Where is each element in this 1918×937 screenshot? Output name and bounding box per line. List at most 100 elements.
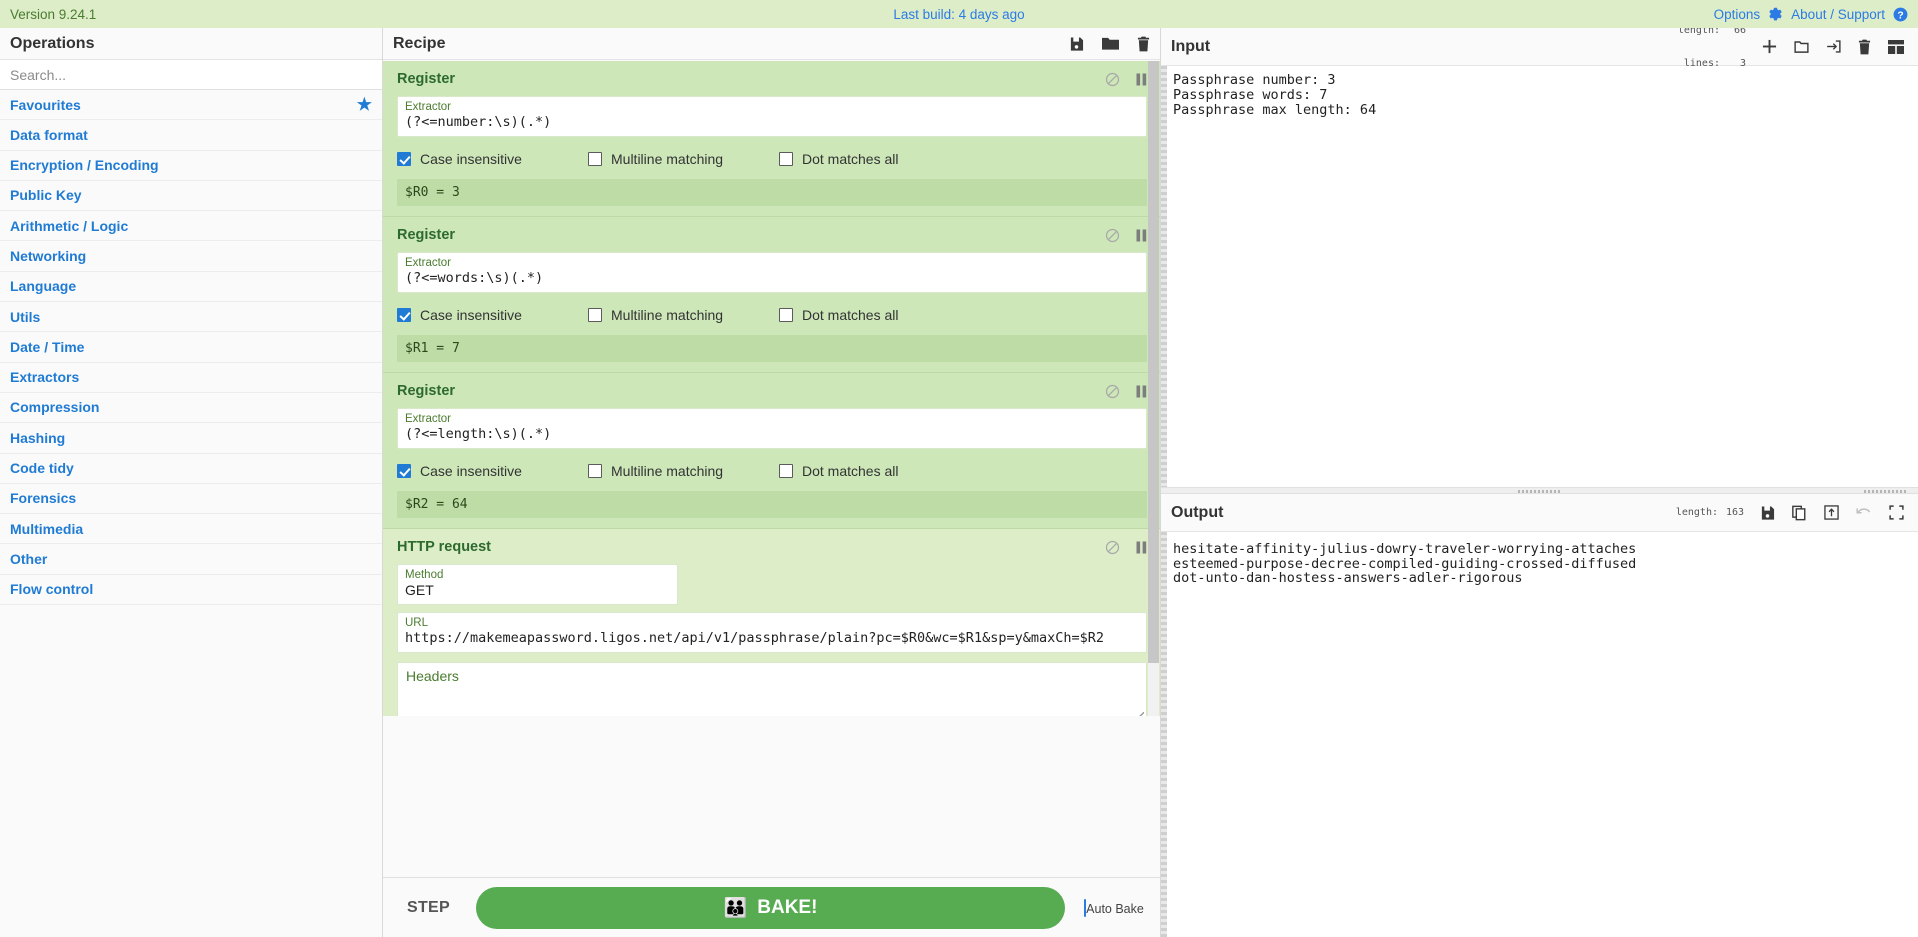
recipe-operation-register-1[interactable]: Register Extractor (?<=number:\s)(.*) Ca… xyxy=(383,61,1160,217)
checkbox-box[interactable] xyxy=(397,464,411,478)
recipe-scrollbar-thumb[interactable] xyxy=(1148,61,1159,663)
import-icon[interactable] xyxy=(1826,39,1841,54)
sidebar-item-networking[interactable]: Networking xyxy=(0,241,382,272)
sidebar-item-other[interactable]: Other xyxy=(0,544,382,575)
extractor-value[interactable]: (?<=words:\s)(.*) xyxy=(405,270,1139,287)
sidebar-item-compression[interactable]: Compression xyxy=(0,392,382,424)
disable-icon[interactable] xyxy=(1105,228,1120,243)
url-field[interactable]: URL https://makemeapassword.ligos.net/ap… xyxy=(397,612,1147,653)
breakpoint-pause-icon[interactable] xyxy=(1136,73,1147,86)
checkbox-box[interactable] xyxy=(588,152,602,166)
recipe-operation-register-3[interactable]: Register Extractor (?<=length:\s)(.*) Ca… xyxy=(383,373,1160,529)
checkbox-case-insensitive[interactable]: Case insensitive xyxy=(397,151,588,167)
disable-icon[interactable] xyxy=(1105,72,1120,87)
help-circle-icon[interactable]: ? xyxy=(1893,7,1908,22)
sidebar-item-public-key[interactable]: Public Key xyxy=(0,180,382,212)
input-text[interactable]: Passphrase number: 3 Passphrase words: 7… xyxy=(1167,66,1918,494)
checkbox-box[interactable] xyxy=(779,464,793,478)
search-input[interactable] xyxy=(0,60,382,90)
copy-icon[interactable] xyxy=(1792,505,1807,521)
checkbox-box[interactable] xyxy=(779,152,793,166)
sidebar-item-utils[interactable]: Utils xyxy=(0,302,382,333)
recipe-operation-list[interactable]: Register Extractor (?<=number:\s)(.*) Ca… xyxy=(383,61,1160,716)
url-value[interactable]: https://makemeapassword.ligos.net/api/v1… xyxy=(405,630,1139,647)
replace-input-icon[interactable] xyxy=(1824,505,1839,520)
operation-title: HTTP request xyxy=(397,539,492,555)
recipe-operation-http-request[interactable]: HTTP request Method GET URL https://make… xyxy=(383,529,1160,716)
options-link[interactable]: Options xyxy=(1714,7,1761,22)
extractor-value[interactable]: (?<=number:\s)(.*) xyxy=(405,114,1139,131)
checkbox-box[interactable] xyxy=(588,464,602,478)
extractor-value[interactable]: (?<=length:\s)(.*) xyxy=(405,426,1139,443)
checkbox-case-insensitive[interactable]: Case insensitive xyxy=(397,307,588,323)
star-icon[interactable]: ★ xyxy=(357,96,372,113)
method-field[interactable]: Method GET xyxy=(397,564,678,605)
checkbox-dot-matches-all[interactable]: Dot matches all xyxy=(779,307,970,323)
sidebar-item-arithmetic-logic[interactable]: Arithmetic / Logic xyxy=(0,211,382,242)
headers-textarea[interactable]: Headers xyxy=(397,662,1147,716)
folder-icon[interactable] xyxy=(1102,36,1119,51)
tabs-icon[interactable] xyxy=(1888,39,1904,54)
checkbox-box[interactable] xyxy=(397,152,411,166)
output-body[interactable]: hesitate-affinity-julius-dowry-traveler-… xyxy=(1161,532,1918,937)
method-value[interactable]: GET xyxy=(405,582,670,599)
auto-bake-label: Auto Bake xyxy=(1086,901,1144,916)
category-label: Data format xyxy=(10,126,88,143)
last-build-label[interactable]: Last build: 4 days ago xyxy=(0,7,1918,22)
sidebar-item-data-format[interactable]: Data format xyxy=(0,120,382,151)
gear-icon[interactable] xyxy=(1768,7,1783,22)
plus-icon[interactable] xyxy=(1762,39,1777,54)
sidebar-item-extractors[interactable]: Extractors xyxy=(0,362,382,393)
sidebar-item-encryption-encoding[interactable]: Encryption / Encoding xyxy=(0,150,382,181)
url-label: URL xyxy=(405,617,429,629)
checkbox-multiline-matching[interactable]: Multiline matching xyxy=(588,307,779,323)
about-support-link[interactable]: About / Support xyxy=(1791,7,1885,22)
sidebar-item-language[interactable]: Language xyxy=(0,271,382,303)
step-button[interactable]: STEP xyxy=(395,899,462,917)
breakpoint-pause-icon[interactable] xyxy=(1136,541,1147,554)
resize-grip-icon[interactable] xyxy=(1135,712,1144,716)
category-label: Networking xyxy=(10,247,87,264)
operation-controls xyxy=(1105,228,1147,243)
extractor-field[interactable]: Extractor (?<=length:\s)(.*) xyxy=(397,408,1147,449)
recipe-scrollbar[interactable] xyxy=(1148,61,1159,716)
folder-open-icon[interactable] xyxy=(1794,39,1809,54)
operation-title: Register xyxy=(397,383,456,399)
disable-icon[interactable] xyxy=(1105,384,1120,399)
save-icon[interactable] xyxy=(1069,36,1084,52)
auto-bake-toggle[interactable]: Auto Bake xyxy=(1079,898,1149,917)
sidebar-item-forensics[interactable]: Forensics xyxy=(0,483,382,515)
extractor-field[interactable]: Extractor (?<=number:\s)(.*) xyxy=(397,96,1147,137)
save-icon[interactable] xyxy=(1760,505,1775,521)
input-header: Input length: 66 lines: 3 xyxy=(1161,28,1918,69)
sidebar-item-multimedia[interactable]: Multimedia xyxy=(0,514,382,545)
breakpoint-pause-icon[interactable] xyxy=(1136,229,1147,242)
sidebar-item-hashing[interactable]: Hashing xyxy=(0,423,382,454)
checkbox-case-insensitive[interactable]: Case insensitive xyxy=(397,463,588,479)
io-splitter[interactable] xyxy=(1161,487,1918,494)
sidebar-item-flow-control[interactable]: Flow control xyxy=(0,574,382,606)
checkbox-box[interactable] xyxy=(588,308,602,322)
checkbox-box[interactable] xyxy=(397,308,411,322)
maximize-icon[interactable] xyxy=(1889,505,1904,520)
sidebar-item-favourites[interactable]: Favourites ★ xyxy=(0,90,382,121)
bake-button[interactable]: 👪 BAKE! xyxy=(476,886,1065,929)
sidebar-item-date-time[interactable]: Date / Time xyxy=(0,332,382,363)
undo-icon[interactable] xyxy=(1856,506,1872,520)
trash-icon[interactable] xyxy=(1137,36,1150,52)
output-text[interactable]: hesitate-affinity-julius-dowry-traveler-… xyxy=(1167,532,1918,937)
extractor-field[interactable]: Extractor (?<=words:\s)(.*) xyxy=(397,252,1147,293)
checkbox-dot-matches-all[interactable]: Dot matches all xyxy=(779,463,970,479)
recipe-operation-register-2[interactable]: Register Extractor (?<=words:\s)(.*) Cas… xyxy=(383,217,1160,373)
checkbox-multiline-matching[interactable]: Multiline matching xyxy=(588,151,779,167)
trash-icon[interactable] xyxy=(1858,39,1871,55)
disable-icon[interactable] xyxy=(1105,540,1120,555)
checkbox-box[interactable] xyxy=(779,308,793,322)
chef-icon: 👪 xyxy=(723,897,748,919)
checkbox-multiline-matching[interactable]: Multiline matching xyxy=(588,463,779,479)
checkbox-dot-matches-all[interactable]: Dot matches all xyxy=(779,151,970,167)
breakpoint-pause-icon[interactable] xyxy=(1136,385,1147,398)
input-length-value: 66 xyxy=(1733,28,1746,36)
input-body[interactable]: Passphrase number: 3 Passphrase words: 7… xyxy=(1161,66,1918,494)
sidebar-item-code-tidy[interactable]: Code tidy xyxy=(0,453,382,484)
